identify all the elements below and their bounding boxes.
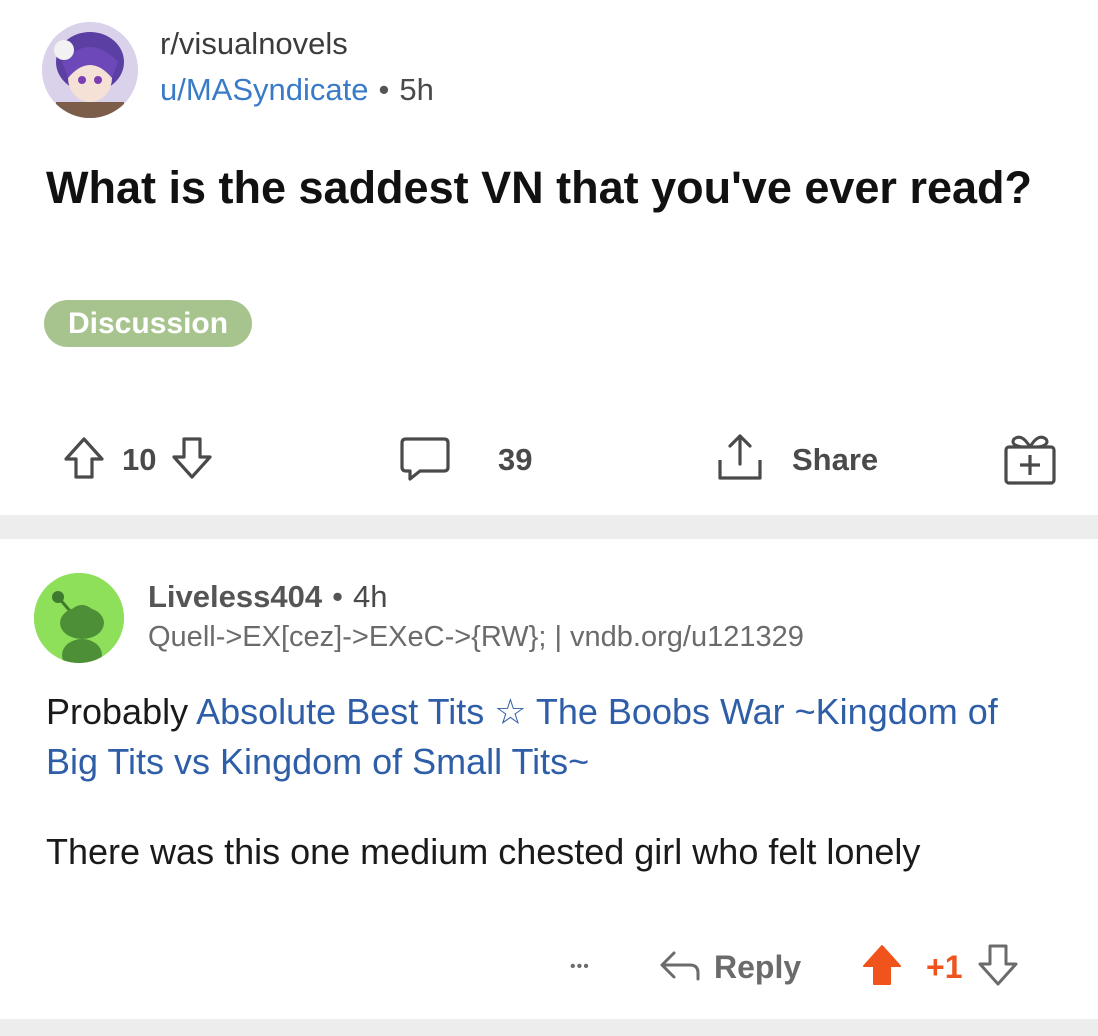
vote-count: 10 [122, 442, 157, 477]
user-flair: Quell->EX[cez]->EXeC->{RW}; | vndb.org/u… [148, 621, 804, 653]
post-flair[interactable]: Discussion [44, 300, 253, 347]
share-label: Share [792, 442, 879, 477]
comment-vote-group: +1 [858, 939, 1022, 995]
more-icon: ••• [570, 958, 590, 975]
bottom-divider [0, 1019, 1098, 1036]
meta-separator: • [378, 72, 390, 107]
commenter-avatar[interactable] [34, 573, 124, 663]
comments-button[interactable]: 39 [398, 430, 532, 490]
reply-button[interactable]: Reply [656, 939, 801, 995]
comment-author[interactable]: Liveless404 [148, 579, 322, 614]
award-icon [1000, 429, 1060, 492]
upvote-icon[interactable] [858, 940, 906, 995]
post-meta: u/MASyndicate • 5h [160, 72, 434, 108]
award-button[interactable] [1000, 430, 1060, 490]
meta-separator: • [332, 579, 343, 614]
share-button[interactable]: Share [712, 430, 878, 490]
comment-age: 4h [352, 579, 388, 614]
comment-text: Probably [46, 691, 197, 732]
comment-action-bar: ••• Reply +1 [0, 939, 1098, 995]
downvote-icon[interactable] [974, 940, 1022, 995]
comment-count: 39 [498, 442, 533, 477]
comment-paragraph: There was this one medium chested girl w… [46, 831, 921, 872]
post-card: r/visualnovels u/MASyndicate • 5h What is … [0, 0, 1098, 515]
reply-label: Reply [714, 948, 802, 985]
reply-icon [656, 945, 704, 990]
share-icon [712, 430, 768, 491]
vote-group: 10 [60, 430, 216, 490]
comment-icon [398, 431, 452, 490]
comment-meta: Liveless404 • 4h [148, 579, 387, 615]
more-button[interactable]: ••• [570, 939, 590, 995]
comment-score: +1 [926, 948, 963, 985]
subreddit-name[interactable]: r/visualnovels [160, 26, 348, 62]
comment-card: Liveless404 • 4h Quell->EX[cez]->EXeC->{RW… [0, 539, 1098, 1019]
comment-paragraph: Probably Absolute Best Tits ☆ The Boobs … [46, 687, 1056, 787]
subreddit-avatar[interactable] [42, 22, 138, 118]
post-title[interactable]: What is the saddest VN that you've ever … [46, 160, 1056, 216]
upvote-icon[interactable] [60, 433, 108, 488]
post-age: 5h [399, 72, 434, 107]
author-link[interactable]: u/MASyndicate [160, 72, 369, 107]
downvote-icon[interactable] [168, 433, 216, 488]
section-divider [0, 515, 1098, 539]
post-action-bar: 10 39 Share [0, 430, 1098, 490]
comment-body: Probably Absolute Best Tits ☆ The Boobs … [46, 687, 1056, 917]
